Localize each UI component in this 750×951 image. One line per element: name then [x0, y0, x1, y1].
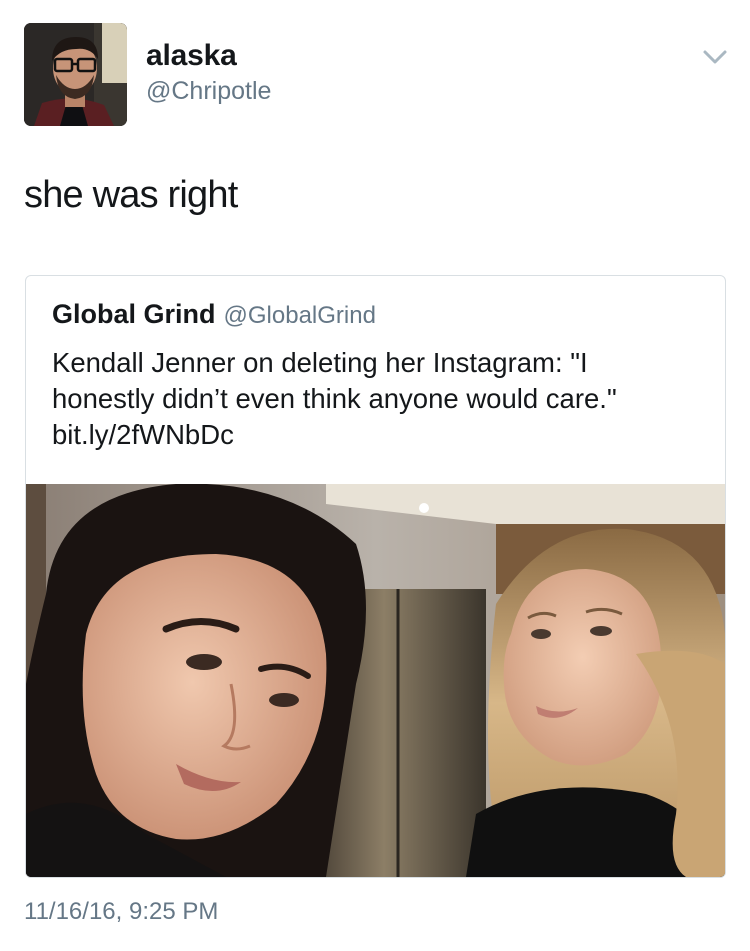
- author-display-name[interactable]: alaska: [146, 39, 237, 73]
- quoted-display-name: Global Grind: [52, 299, 216, 329]
- quoted-tweet-card[interactable]: Global Grind @GlobalGrind Kendall Jenner …: [25, 275, 726, 878]
- tweet-timestamp[interactable]: 11/16/16, 9:25 PM: [24, 897, 218, 927]
- tweet-menu-button[interactable]: [698, 44, 732, 70]
- author-username[interactable]: @Chripotle: [146, 76, 271, 106]
- avatar-photo: [24, 23, 127, 126]
- quoted-tweet-photo[interactable]: [26, 484, 725, 877]
- chevron-down-icon: [703, 50, 727, 64]
- quoted-tweet-text: Kendall Jenner on deleting her Instagram…: [52, 347, 617, 450]
- quoted-username: @GlobalGrind: [223, 302, 376, 329]
- quoted-tweet-header: Global Grind @GlobalGrind: [52, 298, 376, 335]
- photo-illustration: [26, 484, 725, 877]
- avatar[interactable]: [24, 23, 127, 126]
- tweet: alaska @Chripotle she was right Global G…: [0, 0, 750, 951]
- tweet-text: she was right: [24, 174, 238, 216]
